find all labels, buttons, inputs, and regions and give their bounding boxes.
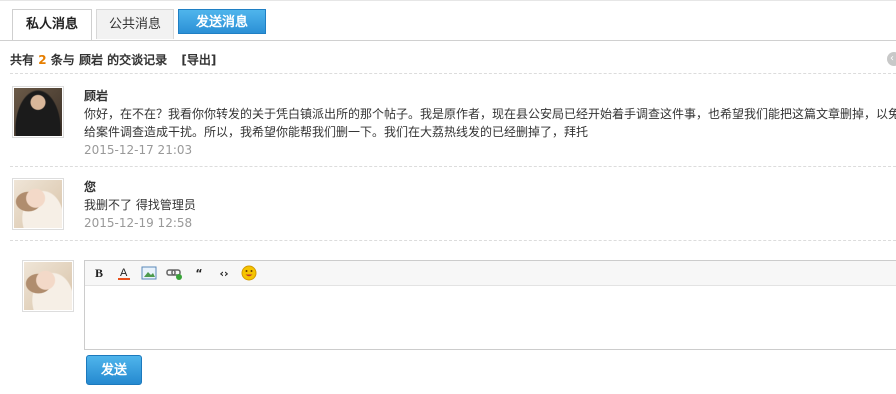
collapse-icon[interactable]: ‹: [887, 52, 896, 66]
message-text-line: 我删不了 得找管理员: [84, 198, 196, 212]
editor-toolbar: B A “ ‹›: [85, 261, 896, 286]
summary-suffix: 的交谈记录: [107, 53, 168, 67]
avatar[interactable]: [12, 86, 64, 138]
avatar[interactable]: [12, 178, 64, 230]
message-author: 顾岩: [84, 89, 109, 103]
export-link[interactable]: [导出]: [181, 53, 216, 67]
message-count: 2: [38, 53, 47, 67]
message-timestamp: 2015-12-17 21:03: [84, 143, 193, 157]
send-button[interactable]: 发送: [86, 355, 142, 385]
message-item: 顾岩 你好，在不在？我看你你转发的关于凭白镇派出所的那个帖子。我是原作者，现在县…: [84, 87, 896, 159]
send-message-tab-button[interactable]: 发送消息: [178, 9, 266, 34]
summary-prefix: 共有: [10, 53, 35, 67]
code-icon[interactable]: ‹›: [216, 265, 232, 281]
message-text-line: 给案件调查造成干扰。所以，我希望你能帮我们删一下。我们在大荔热线发的已经删掉了，…: [84, 125, 589, 139]
contact-avatar-image: [14, 88, 62, 136]
message-divider: [10, 240, 896, 241]
composer-avatar[interactable]: [22, 260, 74, 312]
tabs-divider: [0, 40, 896, 41]
top-divider: [0, 0, 896, 1]
bold-icon[interactable]: B: [91, 265, 107, 281]
font-color-icon[interactable]: A: [116, 265, 132, 281]
summary-middle: 条与: [50, 53, 75, 67]
link-icon[interactable]: [166, 265, 182, 281]
user-avatar-image: [14, 180, 62, 228]
reply-editor: B A “ ‹›: [84, 260, 896, 350]
reply-textarea[interactable]: [85, 286, 896, 350]
tab-private-messages[interactable]: 私人消息: [12, 9, 92, 41]
svg-text:A: A: [120, 267, 128, 279]
message-text-line: 你好，在不在？我看你你转发的关于凭白镇派出所的那个帖子。我是原作者，现在县公安局…: [84, 107, 896, 121]
quote-icon[interactable]: “: [191, 265, 207, 281]
tab-public-messages[interactable]: 公共消息: [96, 9, 174, 39]
user-avatar-image: [24, 262, 72, 310]
message-timestamp: 2015-12-19 12:58: [84, 216, 193, 230]
message-divider: [10, 73, 896, 74]
message-divider: [10, 166, 896, 167]
conversation-summary: 共有 2 条与 顾岩 的交谈记录 [导出]: [10, 51, 216, 68]
contact-name: 顾岩: [78, 53, 103, 67]
message-author: 您: [84, 180, 97, 194]
smiley-icon[interactable]: [241, 265, 257, 281]
message-item: 您 我删不了 得找管理员 2015-12-19 12:58: [84, 178, 896, 232]
image-icon[interactable]: [141, 265, 157, 281]
